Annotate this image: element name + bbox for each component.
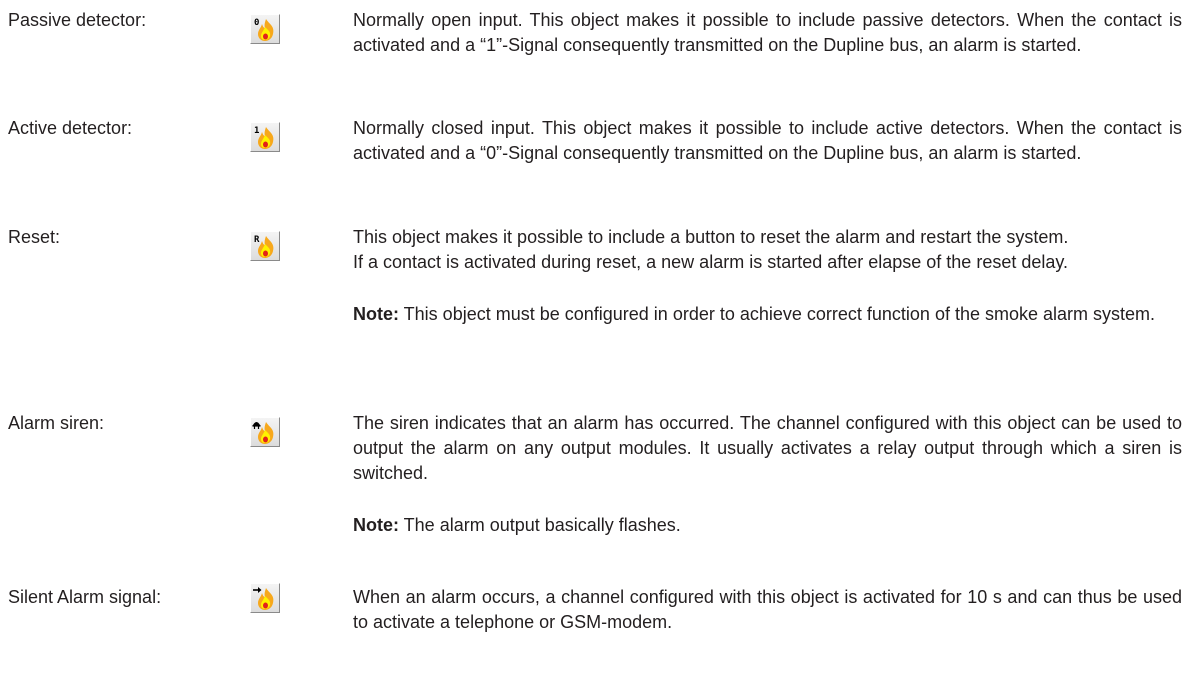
alarm-siren-icon bbox=[250, 417, 280, 447]
description-text: Normally closed input. This object makes… bbox=[353, 118, 1182, 163]
entry-label: Active detector: bbox=[8, 118, 133, 138]
svg-text:1: 1 bbox=[254, 126, 259, 136]
note-label: Note: bbox=[353, 515, 399, 535]
entry-description: This object makes it possible to include… bbox=[353, 225, 1182, 327]
description-text: When an alarm occurs, a channel configur… bbox=[353, 587, 1182, 632]
description-text: The siren indicates that an alarm has oc… bbox=[353, 413, 1182, 483]
note-paragraph: Note: This object must be configured in … bbox=[353, 302, 1182, 327]
svg-text:0: 0 bbox=[254, 18, 259, 28]
description-text: Normally open input. This object makes i… bbox=[353, 10, 1182, 55]
passive-detector-icon: 0 bbox=[250, 14, 280, 44]
description-text-2: If a contact is activated during reset, … bbox=[353, 252, 1069, 272]
note-label: Note: bbox=[353, 304, 399, 324]
reset-icon: R bbox=[250, 231, 280, 261]
silent-alarm-signal-icon bbox=[250, 583, 280, 613]
entry-label: Silent Alarm signal: bbox=[8, 587, 162, 607]
active-detector-icon: 1 bbox=[250, 122, 280, 152]
entry-label: Reset: bbox=[8, 227, 61, 247]
description-text: This object makes it possible to include… bbox=[353, 227, 1069, 247]
entry-description: Normally open input. This object makes i… bbox=[353, 8, 1182, 58]
note-paragraph: Note: The alarm output basically flashes… bbox=[353, 513, 1182, 538]
entry-description: When an alarm occurs, a channel configur… bbox=[353, 585, 1182, 635]
note-text: The alarm output basically flashes. bbox=[399, 515, 681, 535]
svg-text:R: R bbox=[254, 235, 260, 245]
entry-description: The siren indicates that an alarm has oc… bbox=[353, 411, 1182, 538]
note-text: This object must be configured in order … bbox=[399, 304, 1156, 324]
entry-label: Alarm siren: bbox=[8, 413, 105, 433]
entry-description: Normally closed input. This object makes… bbox=[353, 116, 1182, 166]
entry-label: Passive detector: bbox=[8, 10, 147, 30]
